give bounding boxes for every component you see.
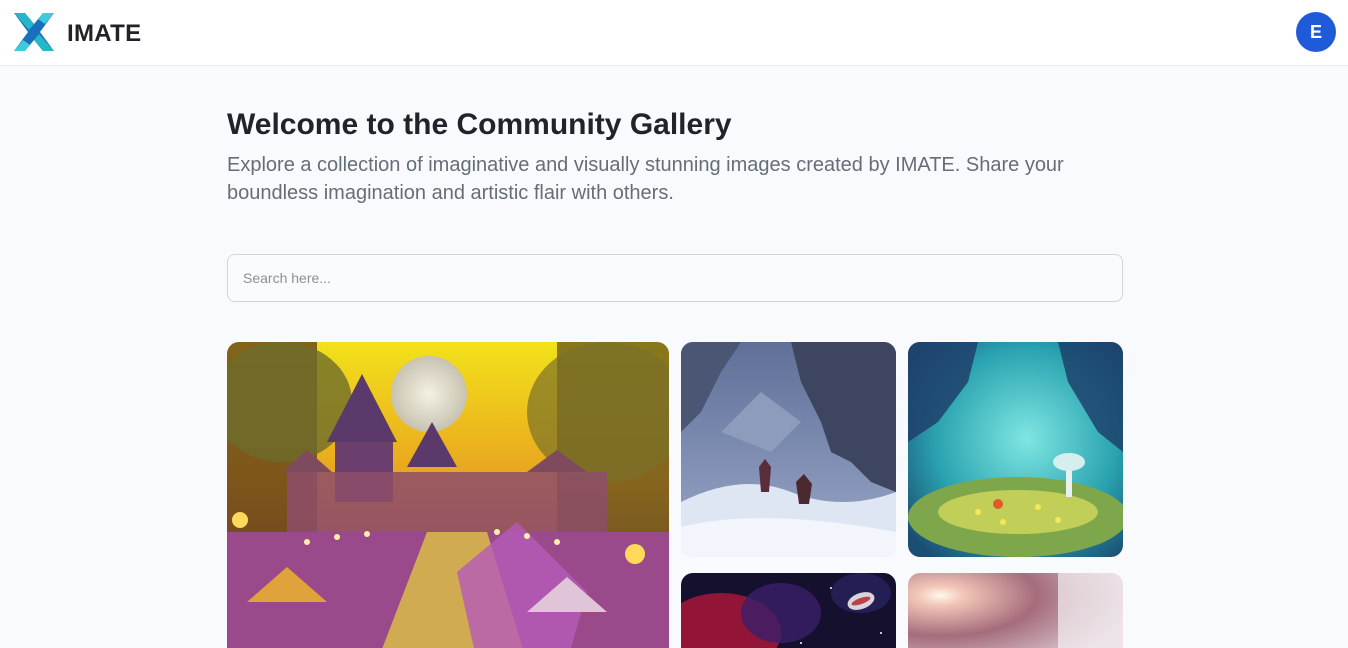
red-nebula-space-image xyxy=(681,573,896,648)
gallery-image-card[interactable] xyxy=(908,573,1123,648)
search-input[interactable] xyxy=(227,254,1123,302)
page-title: Welcome to the Community Gallery xyxy=(227,108,732,141)
gallery-image-card[interactable] xyxy=(681,342,896,557)
top-navbar: IMATE E xyxy=(0,0,1348,66)
user-avatar[interactable]: E xyxy=(1296,12,1336,52)
gallery-image-card[interactable] xyxy=(908,342,1123,557)
gallery-image-card[interactable] xyxy=(681,573,896,648)
sun-glare-sky-image xyxy=(908,573,1123,648)
glowing-mushroom-cave-image xyxy=(908,342,1123,557)
imate-logo-icon[interactable] xyxy=(12,11,56,53)
fantasy-carnival-image xyxy=(227,342,669,648)
gallery-image-card[interactable] xyxy=(227,342,669,648)
snowy-ice-cave-image xyxy=(681,342,896,557)
brand-name[interactable]: IMATE xyxy=(67,20,141,48)
page-subtitle: Explore a collection of imaginative and … xyxy=(227,154,1064,204)
